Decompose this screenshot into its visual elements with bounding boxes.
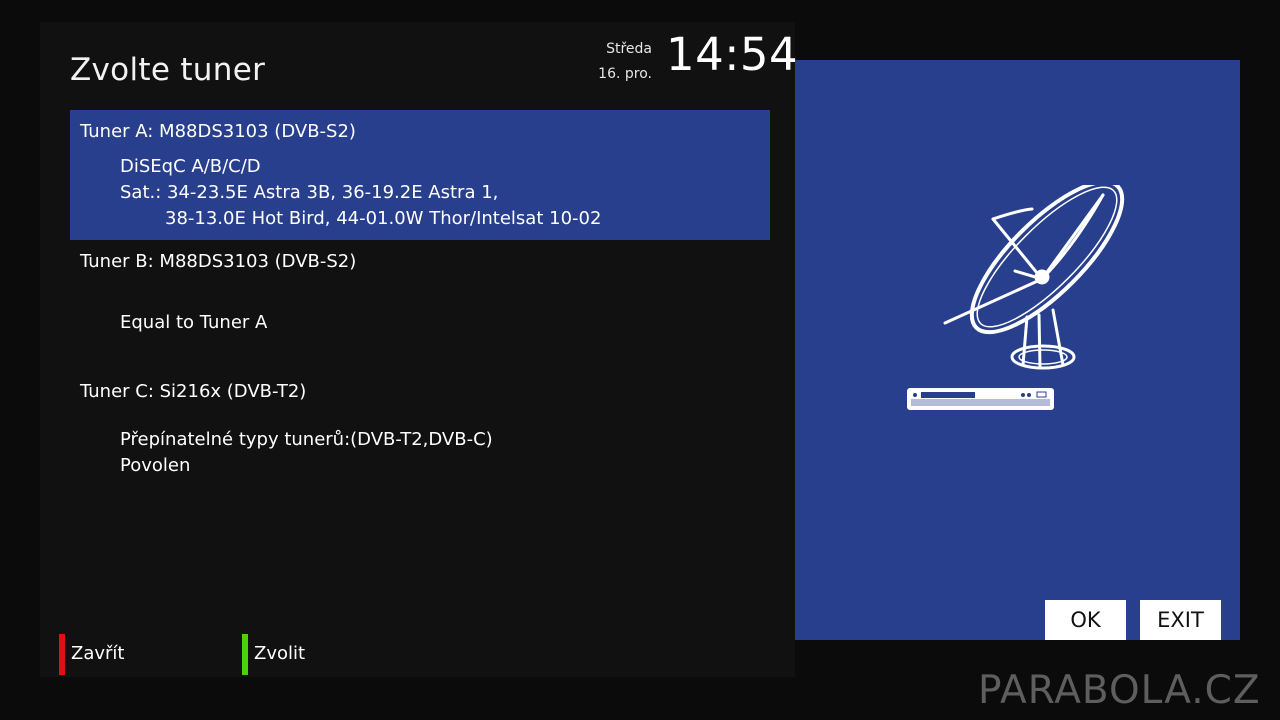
red-key-icon [59, 634, 65, 675]
clock-time: 14:54 [666, 28, 799, 81]
tuner-detail: Přepínatelné typy tunerů:(DVB-T2,DVB-C) [120, 429, 493, 450]
green-key-icon [242, 634, 248, 675]
tuner-name: Tuner C: Si216x (DVB-T2) [80, 381, 307, 402]
tuner-detail: DiSEqC A/B/C/D [120, 156, 261, 177]
tuner-list: Tuner A: M88DS3103 (DVB-S2) DiSEqC A/B/C… [70, 110, 770, 500]
watermark: PARABOLA.CZ [978, 668, 1261, 713]
red-key-label: Zavřít [71, 643, 125, 664]
tuner-item-c[interactable]: Tuner C: Si216x (DVB-T2) Přepínatelné ty… [70, 370, 770, 500]
ok-button[interactable]: OK [1045, 600, 1126, 640]
tuner-name: Tuner B: M88DS3103 (DVB-S2) [80, 251, 357, 272]
tuner-detail: Povolen [120, 455, 191, 476]
clock-weekday: Středa [606, 41, 652, 57]
green-key-label: Zvolit [254, 643, 306, 664]
clock-day-month: 16. pro. [598, 66, 652, 82]
preview-panel: OK EXIT [795, 60, 1240, 640]
tuner-detail: Equal to Tuner A [120, 312, 268, 333]
satellite-dish-receiver-icon [907, 185, 1125, 410]
page-title: Zvolte tuner [70, 52, 266, 88]
exit-button[interactable]: EXIT [1140, 600, 1221, 640]
tuner-item-b[interactable]: Tuner B: M88DS3103 (DVB-S2) Equal to Tun… [70, 240, 770, 370]
tuner-detail: 38-13.0E Hot Bird, 44-01.0W Thor/Intelsa… [165, 208, 602, 229]
screen: Zvolte tuner Středa 16. pro. 14:54 Tuner… [0, 0, 1280, 720]
tuner-item-a[interactable]: Tuner A: M88DS3103 (DVB-S2) DiSEqC A/B/C… [70, 110, 770, 240]
clock-date: Středa 16. pro. [598, 37, 652, 87]
tuner-name: Tuner A: M88DS3103 (DVB-S2) [80, 121, 356, 142]
tuner-detail: Sat.: 34-23.5E Astra 3B, 36-19.2E Astra … [120, 182, 499, 203]
